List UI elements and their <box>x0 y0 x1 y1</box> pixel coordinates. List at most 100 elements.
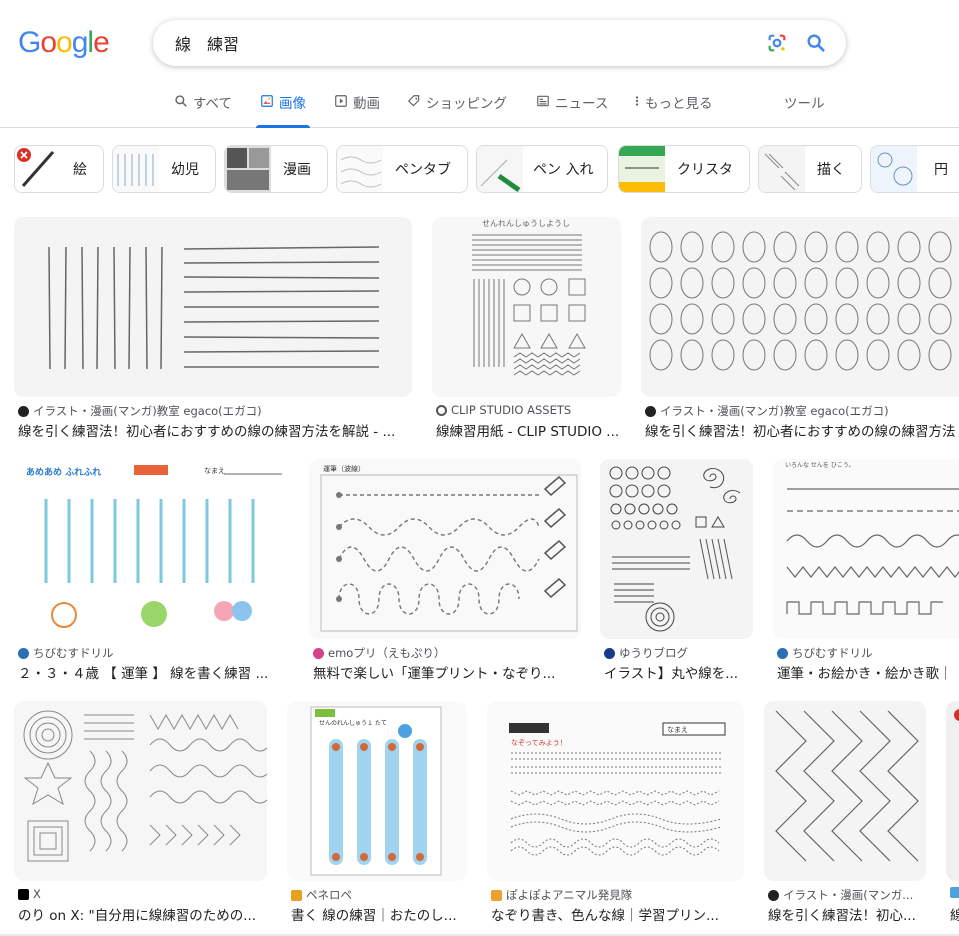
drill-header-text: あめあめ ふれふれ <box>26 467 101 478</box>
result-title[interactable]: 運筆・お絵かき・絵かき歌｜ <box>777 662 959 682</box>
result-source[interactable]: ゆうりブログ <box>604 645 753 661</box>
result-source[interactable] <box>950 887 959 898</box>
result-source[interactable]: emoプリ（えもぷり） <box>313 645 581 661</box>
image-result[interactable]: いろんな せんを ひこう。 ちびむすドリル 運筆・お絵かき・絵かき歌｜ <box>773 459 959 682</box>
tools-button[interactable]: ツール <box>784 92 825 128</box>
result-title[interactable]: 無料で楽しい「運筆プリント・なぞり... <box>313 662 581 682</box>
yuuri-blog-favicon <box>604 647 615 659</box>
google-lens-icon[interactable] <box>766 32 788 54</box>
result-title[interactable]: 線を引く練習法！初心... <box>768 904 926 924</box>
tab-all[interactable]: すべて <box>174 92 232 128</box>
poyo-name-text: なまえ <box>667 726 688 734</box>
clip-header-text: せんれんしゅうしようし <box>482 219 570 228</box>
result-title[interactable]: 線練習用紙 - CLIP STUDIO ... <box>436 420 621 440</box>
result-source[interactable]: CLIP STUDIO ASSETS <box>436 403 621 417</box>
result-thumbnail[interactable] <box>946 701 959 881</box>
image-result[interactable]: なまえ なぞってみよう！ ぽよぽよアニマル発見隊 なぞり書き、色んな線｜学習プリ… <box>487 701 744 924</box>
image-result[interactable]: イラスト・漫画(マンガ... 線を引く練習法！初心... <box>764 701 926 924</box>
result-thumbnail[interactable]: せんれんしゅうしようし <box>432 217 621 397</box>
result-thumbnail[interactable] <box>641 217 959 397</box>
tools-label: ツール <box>784 96 825 112</box>
result-thumbnail[interactable]: なまえ なぞってみよう！ <box>487 701 744 881</box>
image-result[interactable]: イラスト・漫画(マンガ)教室 egaco(エガコ) 線を引く練習法！初心者におす… <box>14 217 412 440</box>
result-title[interactable]: ２・３・４歳 【 運筆 】 線を書く練習 ... <box>18 662 290 682</box>
result-thumbnail[interactable] <box>600 459 753 639</box>
chip-thumbnail <box>337 146 383 192</box>
chip-pen-ire[interactable]: ペン 入れ <box>476 145 608 193</box>
image-result[interactable]: ゆうりブログ イラスト】丸や線を... <box>600 459 753 682</box>
tag-icon <box>407 95 420 107</box>
result-source[interactable]: ペネロペ <box>291 887 467 903</box>
x-favicon <box>18 888 29 900</box>
chip-kurisuta[interactable]: クリスタ <box>618 145 750 193</box>
result-title[interactable]: イラスト】丸や線を... <box>604 662 753 682</box>
tab-images[interactable]: 画像 <box>256 92 310 128</box>
chibimusu-favicon <box>777 647 788 659</box>
result-source[interactable]: X <box>18 887 267 901</box>
tab-more[interactable]: もっと見る <box>634 92 713 128</box>
image-result[interactable]: 運筆（波線） emoプリ（えもぷり） 無料で楽しい「運筆プリント・なぞり... <box>309 459 581 682</box>
result-thumbnail[interactable]: いろんな せんを ひこう。 <box>773 459 959 639</box>
drill-header-text: いろんな せんを ひこう。 <box>785 462 854 469</box>
result-title[interactable]: 線 <box>950 904 959 924</box>
result-source[interactable]: ちびむすドリル <box>777 645 959 661</box>
egaco-favicon <box>645 405 656 417</box>
tab-label: ショッピング <box>426 96 507 112</box>
result-source[interactable]: イラスト・漫画(マンガ)教室 egaco(エガコ) <box>18 403 412 419</box>
result-title[interactable]: のり on X: "自分用に線練習のための... <box>18 904 267 924</box>
chip-label: 絵 <box>73 162 87 178</box>
result-thumbnail[interactable]: あめあめ ふれふれ なまえ <box>14 459 290 639</box>
chip-thumbnail <box>871 146 917 192</box>
result-source[interactable]: ぽよぽよアニマル発見隊 <box>491 887 744 903</box>
chip-e[interactable]: 絵 <box>14 145 104 193</box>
chip-thumbnail <box>15 146 61 192</box>
chip-en[interactable]: 円 <box>870 145 959 193</box>
logo-letter: o <box>40 26 57 59</box>
image-result[interactable]: せんのれんしゅう１ たて ペネロペ 書く 線の練習｜おたのし... <box>287 701 467 924</box>
search-icon[interactable] <box>805 32 827 54</box>
chip-label: ペン 入れ <box>533 162 594 178</box>
more-vert-icon <box>635 96 639 106</box>
chip-thumbnail <box>759 146 805 192</box>
chip-kaku[interactable]: 描く <box>758 145 862 193</box>
result-thumbnail[interactable]: せんのれんしゅう１ たて <box>287 701 467 881</box>
image-result[interactable]: せんれんしゅうしようし CLIP STUDIO ASSETS 線練習用紙 - C… <box>432 217 621 440</box>
result-title[interactable]: 線を引く練習法！初心者におすすめの線の練習方法を解説 - ... <box>18 420 412 440</box>
tab-label: すべて <box>193 96 233 112</box>
image-result[interactable]: あめあめ ふれふれ なまえ ちびむすドリル ２・３・４歳 【 運筆 】 線を書く… <box>14 459 290 682</box>
egaco-favicon <box>18 405 29 417</box>
result-thumbnail[interactable]: 運筆（波線） <box>309 459 581 639</box>
result-thumbnail[interactable] <box>14 217 412 397</box>
image-result[interactable]: X のり on X: "自分用に線練習のための... <box>14 701 267 924</box>
result-title[interactable]: 線を引く練習法！初心者におすすめの線の練習方法 <box>645 420 959 440</box>
result-thumbnail[interactable] <box>764 701 926 881</box>
chip-thumbnail <box>113 146 159 192</box>
egaco-favicon <box>768 889 779 901</box>
result-source[interactable]: イラスト・漫画(マンガ... <box>768 887 926 903</box>
result-title[interactable]: 書く 線の練習｜おたのし... <box>291 904 467 924</box>
image-result[interactable]: イラスト・漫画(マンガ)教室 egaco(エガコ) 線を引く練習法！初心者におす… <box>641 217 959 440</box>
chip-label: 幼児 <box>171 162 199 178</box>
logo-letter: e <box>93 26 110 59</box>
result-source[interactable]: イラスト・漫画(マンガ)教室 egaco(エガコ) <box>645 403 959 419</box>
chip-yoji[interactable]: 幼児 <box>112 145 216 193</box>
search-input[interactable] <box>175 30 735 56</box>
google-logo[interactable]: Google <box>18 26 110 60</box>
tab-label: 動画 <box>353 96 380 112</box>
chip-manga[interactable]: 漫画 <box>224 145 328 193</box>
site-favicon <box>950 887 959 898</box>
poyo-header-text: なぞってみよう！ <box>511 739 567 747</box>
tab-shopping[interactable]: ショッピング <box>407 92 507 128</box>
poyopoyo-favicon <box>491 889 502 901</box>
chip-thumbnail <box>477 146 523 192</box>
image-result[interactable]: 線 <box>946 701 959 924</box>
emo-header-text: 運筆（波線） <box>323 464 365 473</box>
result-thumbnail[interactable] <box>14 701 267 881</box>
tab-videos[interactable]: 動画 <box>334 92 380 128</box>
tab-news[interactable]: ニュース <box>536 92 608 128</box>
result-title[interactable]: なぞり書き、色んな線｜学習プリン... <box>491 904 744 924</box>
emopuri-favicon <box>313 647 324 659</box>
tab-label: 画像 <box>279 96 306 112</box>
result-source[interactable]: ちびむすドリル <box>18 645 290 661</box>
chip-pentab[interactable]: ペンタブ <box>336 145 468 193</box>
